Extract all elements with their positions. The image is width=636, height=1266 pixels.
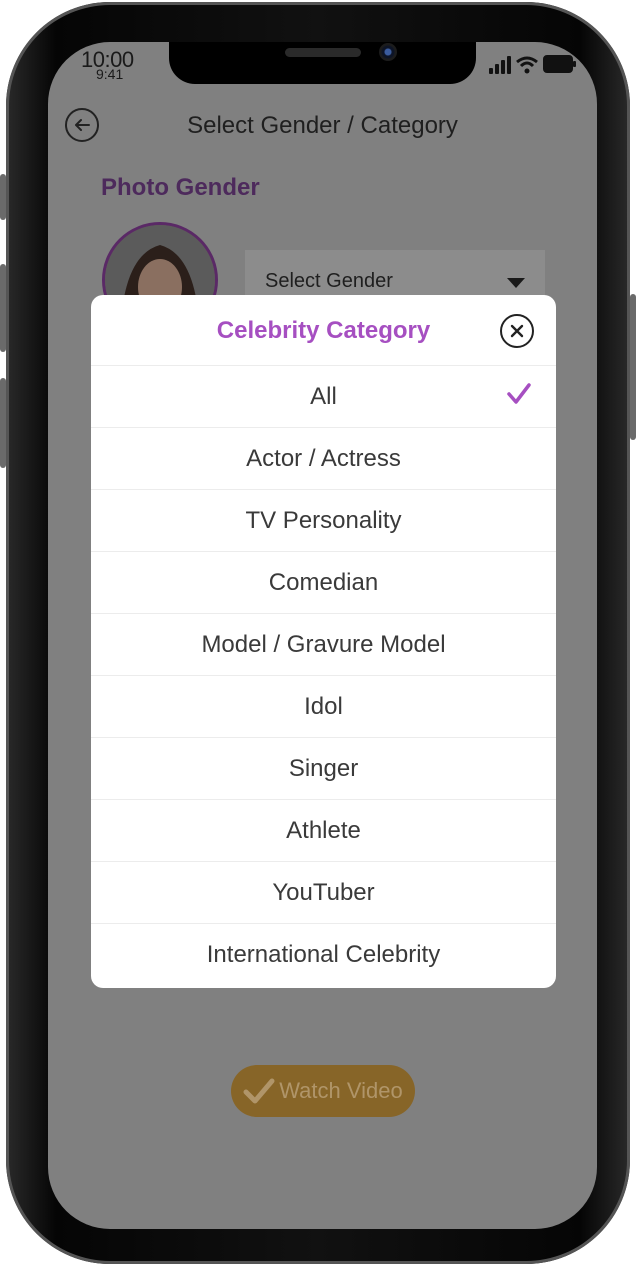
close-icon	[510, 324, 524, 338]
power-button	[630, 294, 636, 440]
watch-video-label: Watch Video	[279, 1078, 403, 1103]
signal-icon	[489, 56, 511, 74]
front-camera	[379, 43, 397, 61]
caret-down-icon	[507, 278, 525, 288]
battery-icon	[543, 55, 576, 73]
notch	[169, 42, 476, 84]
speaker	[285, 48, 361, 57]
silent-switch	[0, 174, 6, 220]
phone-frame: 10:00 9:41 Select Gender / Category Phot…	[0, 2, 636, 1264]
category-option-tv-personality[interactable]: TV Personality	[91, 490, 556, 552]
category-option-youtuber[interactable]: YouTuber	[91, 862, 556, 924]
status-time-secondary: 9:41	[96, 66, 124, 82]
modal-header: Celebrity Category	[91, 295, 556, 366]
modal-title: Celebrity Category	[216, 317, 431, 344]
checkmark-icon	[243, 1078, 275, 1104]
category-option-model[interactable]: Model / Gravure Model	[91, 614, 556, 676]
category-option-actor[interactable]: Actor / Actress	[91, 428, 556, 490]
close-button[interactable]	[500, 314, 534, 348]
category-option-idol[interactable]: Idol	[91, 676, 556, 738]
category-option-label: Idol	[304, 692, 343, 720]
category-option-label: Comedian	[268, 568, 379, 596]
category-option-label: Singer	[288, 754, 359, 782]
screen: 10:00 9:41 Select Gender / Category Phot…	[48, 42, 597, 1229]
status-icons	[489, 54, 577, 74]
category-option-comedian[interactable]: Comedian	[91, 552, 556, 614]
volume-up-button	[0, 264, 6, 352]
category-option-label: TV Personality	[245, 506, 402, 534]
page-title: Select Gender / Category	[187, 112, 458, 139]
category-option-label: Model / Gravure Model	[201, 630, 446, 658]
category-option-label: YouTuber	[272, 878, 375, 906]
celebrity-category-modal: Celebrity Category All Actor / Actress T…	[91, 295, 556, 988]
wifi-icon	[516, 56, 538, 74]
category-option-athlete[interactable]: Athlete	[91, 800, 556, 862]
volume-down-button	[0, 378, 6, 468]
category-option-all[interactable]: All	[91, 366, 556, 428]
category-option-singer[interactable]: Singer	[91, 738, 556, 800]
category-option-label: Athlete	[286, 816, 361, 844]
photo-gender-label: Photo Gender	[101, 174, 260, 201]
category-option-label: Actor / Actress	[246, 444, 401, 472]
category-option-label: International Celebrity	[206, 940, 441, 968]
selected-check-icon	[507, 383, 531, 404]
category-option-label: All	[310, 382, 337, 410]
category-option-international[interactable]: International Celebrity	[91, 924, 556, 985]
watch-video-button[interactable]: Watch Video	[231, 1065, 415, 1117]
